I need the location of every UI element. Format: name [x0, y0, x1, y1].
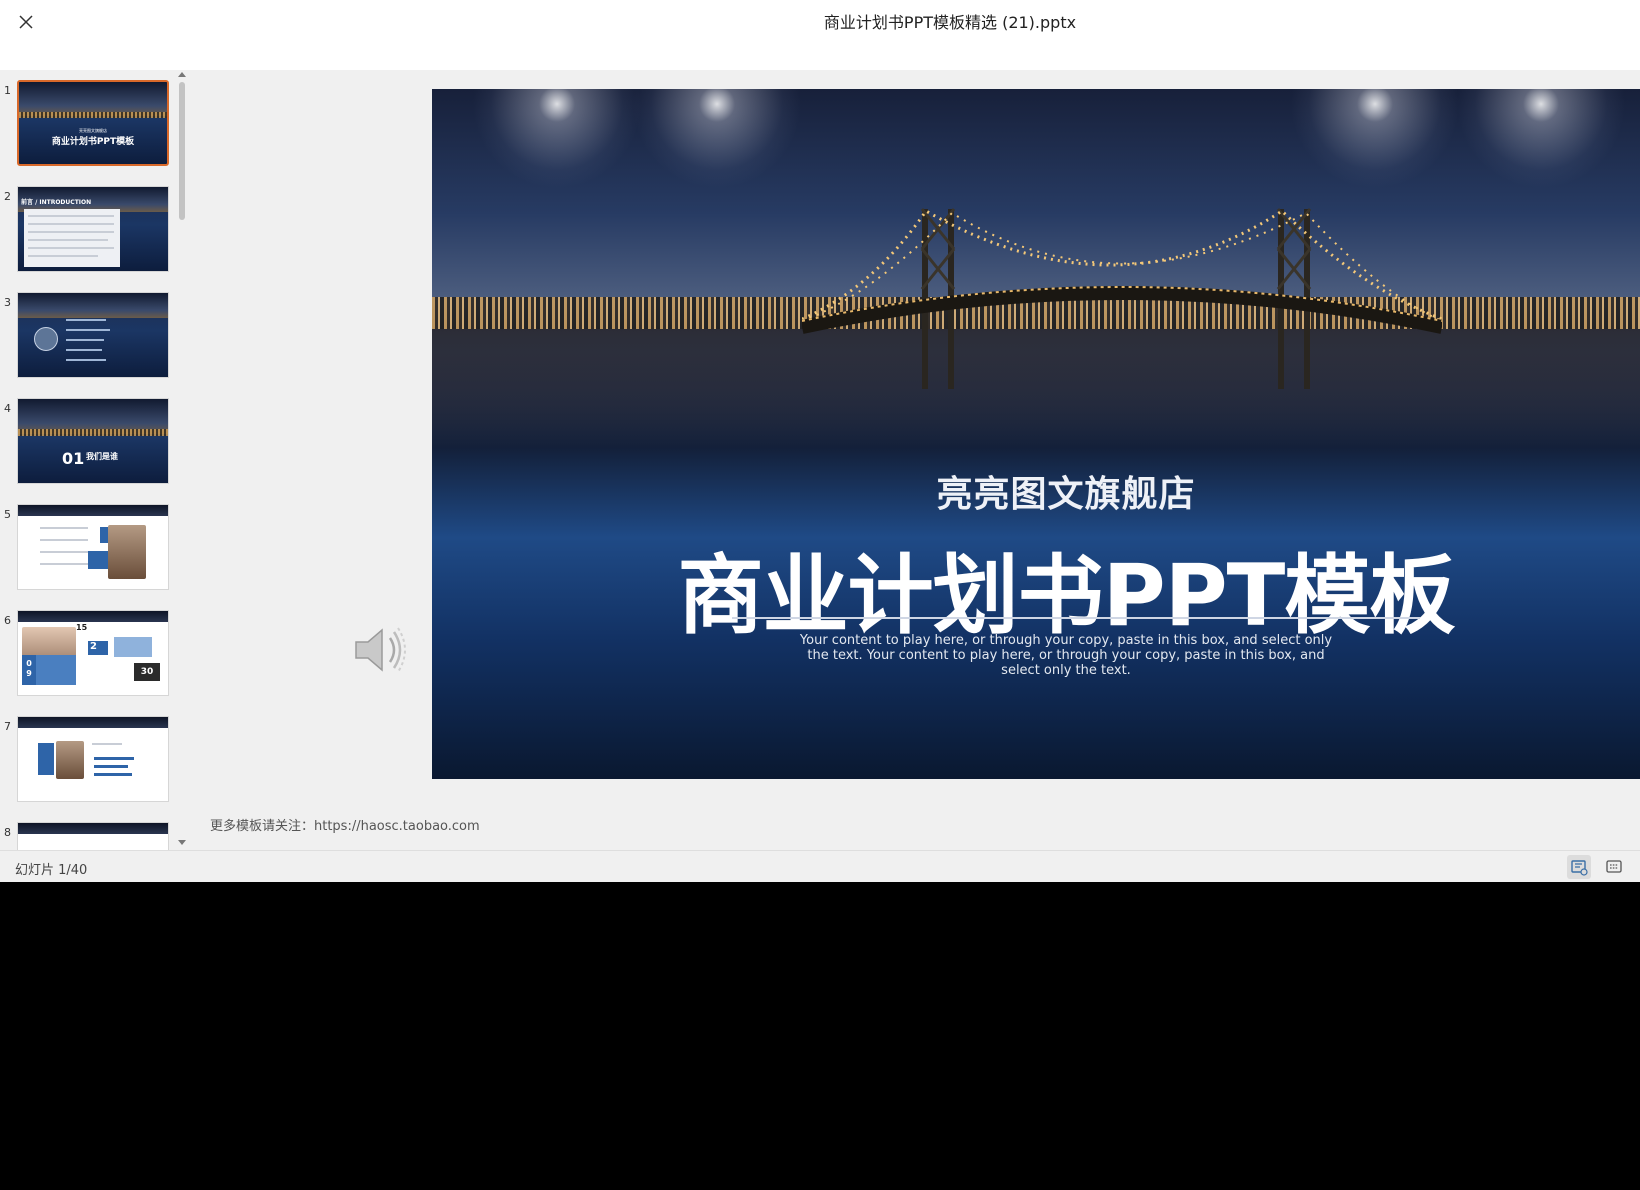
thumbnail-header-bar	[18, 505, 168, 516]
thumbnail-line	[28, 215, 114, 217]
slide-number: 8	[4, 826, 11, 839]
slide-thumbnail-row[interactable]: 1 亮亮图文旗舰店 商业计划书PPT模板	[0, 80, 175, 170]
thumbnail-line	[66, 349, 102, 351]
comments-view-button[interactable]	[1602, 855, 1626, 879]
slide-thumbnail-8[interactable]	[17, 822, 169, 850]
presentation-viewer: 商业计划书PPT模板精选 (21).pptx 1 亮亮图文旗舰店 商业计划书PP…	[0, 0, 1640, 882]
slide-thumbnail-6[interactable]: 0 9 15 2 30	[17, 610, 169, 696]
slide-number: 6	[4, 614, 11, 627]
slide-number: 5	[4, 508, 11, 521]
slide-thumbnail-row[interactable]: 4 01 我们是谁	[0, 398, 175, 488]
slide-number: 2	[4, 190, 11, 203]
scrollbar-thumb[interactable]	[179, 82, 185, 220]
thumbnail-accent	[94, 773, 132, 776]
thumbnail-photo	[108, 525, 146, 579]
spotlight	[1456, 89, 1626, 189]
slide-thumbnail-1[interactable]: 亮亮图文旗舰店 商业计划书PPT模板	[17, 80, 169, 166]
thumbnail-photo	[56, 741, 84, 779]
thumbnail-line	[28, 231, 114, 233]
thumbnail-stat-side: 2	[90, 641, 97, 652]
slide-thumbnail-5[interactable]	[17, 504, 169, 590]
thumbnail-accent	[94, 757, 134, 760]
slide-thumbnail-row[interactable]: 5	[0, 504, 175, 594]
thumbnail-line	[66, 339, 104, 341]
slide-body-text: Your content to play here, or through yo…	[799, 633, 1333, 678]
audio-button[interactable]	[350, 620, 412, 680]
speaker-notes[interactable]: 更多模板请关注：https://haosc.taobao.com	[210, 815, 480, 834]
slide-subtitle: 亮亮图文旗舰店	[936, 474, 1196, 515]
spotlight	[632, 89, 802, 189]
thumbnail-stat-box: 30	[134, 663, 160, 681]
thumbnail-title: 商业计划书PPT模板	[51, 137, 135, 147]
document-title: 商业计划书PPT模板精选 (21).pptx	[823, 13, 1077, 32]
slide-title: 商业计划书PPT模板	[677, 546, 1456, 646]
thumbnail-home-icon	[34, 327, 58, 351]
slide-counter: 幻灯片 1/40	[15, 863, 88, 878]
thumbnail-city	[19, 111, 167, 119]
thumbnail-title: 前言 / INTRODUCTION	[21, 199, 92, 206]
thumbnail-line	[92, 743, 122, 745]
spotlight	[472, 89, 642, 189]
thumbnail-header-bar	[18, 611, 168, 622]
slide-thumbnail-2[interactable]: 前言 / INTRODUCTION	[17, 186, 169, 272]
thumbnail-section-title: 我们是谁	[86, 452, 118, 461]
comments-view-icon	[1606, 860, 1622, 873]
slide-number: 4	[4, 402, 11, 415]
thumbnail-line	[28, 239, 108, 241]
thumbnail-line	[28, 255, 98, 257]
thumbnail-header-bar	[18, 717, 168, 728]
title-bar: 商业计划书PPT模板精选 (21).pptx	[0, 0, 1640, 70]
thumbnail-line	[28, 247, 114, 249]
slide-thumbnail-4[interactable]: 01 我们是谁	[17, 398, 169, 484]
thumbnail-accent	[38, 743, 54, 775]
thumbnail-section-number: 01	[62, 449, 85, 468]
thumbnail-stat-left: 0 9	[26, 659, 32, 678]
thumbnail-line	[66, 359, 106, 361]
thumbnail-city	[18, 429, 168, 436]
slide-number: 1	[4, 84, 11, 97]
thumbnail-line	[40, 539, 88, 541]
thumbnail-scrollbar[interactable]	[176, 70, 188, 850]
slide-thumbnail-3[interactable]	[17, 292, 169, 378]
status-bar: 幻灯片 1/40	[0, 850, 1640, 882]
thumbnail-line	[66, 329, 110, 331]
thumbnail-accent	[36, 655, 76, 685]
slide-thumbnail-row[interactable]: 2 前言 / INTRODUCTION	[0, 186, 175, 276]
slide-thumbnail-7[interactable]	[17, 716, 169, 802]
speaker-icon	[355, 627, 406, 673]
thumbnail-sky	[18, 293, 168, 319]
notes-view-button[interactable]	[1567, 855, 1591, 879]
thumbnail-text-panel	[24, 209, 120, 267]
thumbnail-menu-list	[66, 319, 162, 371]
slide-thumbnail-panel[interactable]: 1 亮亮图文旗舰店 商业计划书PPT模板 2 前言 / INTRODUCTION	[0, 70, 190, 850]
current-slide[interactable]: 亮亮图文旗舰店 商业计划书PPT模板 Your content to play …	[432, 89, 1640, 779]
thumbnail-line	[28, 223, 114, 225]
thumbnail-line	[40, 527, 88, 529]
thumbnail-stat-top: 15	[76, 623, 88, 632]
thumbnail-header-bar	[18, 823, 168, 834]
slide-thumbnail-row[interactable]: 8	[0, 822, 175, 850]
slide-thumbnail-row[interactable]: 3	[0, 292, 175, 382]
thumbnail-line	[66, 319, 106, 321]
slide-number: 7	[4, 720, 11, 733]
thumbnail-line	[40, 563, 88, 565]
thumbnail-accent	[114, 637, 152, 657]
title-divider	[732, 617, 1420, 619]
scroll-down-arrow-icon[interactable]	[178, 840, 186, 845]
scroll-up-arrow-icon[interactable]	[178, 72, 186, 77]
thumbnail-accent	[94, 765, 128, 768]
notes-view-icon	[1571, 860, 1588, 876]
slide-thumbnail-row[interactable]: 6 0 9 15 2 30	[0, 610, 175, 700]
bridge-illustration	[802, 208, 1442, 389]
slide-number: 3	[4, 296, 11, 309]
slide-thumbnail-row[interactable]: 7	[0, 716, 175, 806]
thumbnail-line	[40, 551, 88, 553]
